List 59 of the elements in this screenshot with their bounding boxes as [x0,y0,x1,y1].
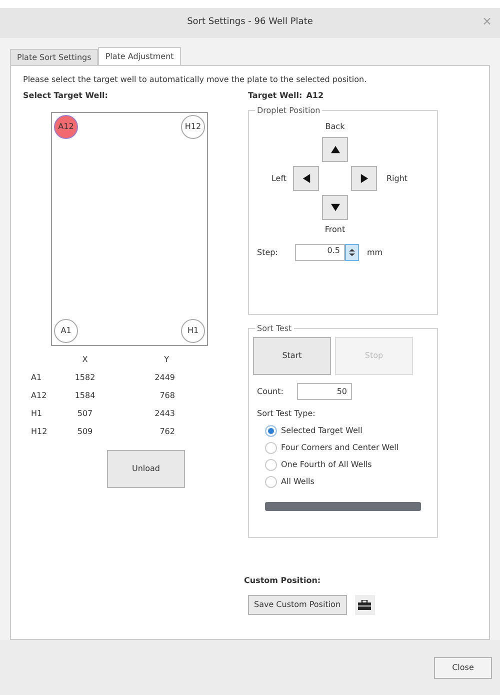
direction-label: Front [324,224,346,236]
well-button[interactable]: H12 [181,115,205,139]
field-label: Sort Test Type: [257,408,316,420]
up-arrow-button[interactable] [322,137,348,162]
triangle-icon [302,174,310,183]
test-button[interactable]: Start [253,337,331,375]
row-label: A1 [31,372,43,384]
row-label: H1 [31,408,44,420]
field-label: Count: [257,386,284,398]
tab[interactable]: Plate Adjustment [98,47,181,65]
step-field[interactable]: 0.5 [295,244,345,261]
group-title: Droplet Position [255,105,322,117]
row-label: H12 [31,426,48,438]
radio-button[interactable] [265,459,277,471]
target-well-value: A12 [306,90,324,102]
option-label: All Wells [281,476,314,488]
direction-label: Left [271,172,287,184]
well-button[interactable]: A12 [54,115,78,139]
table-cell: 1584 [74,390,96,402]
direction-label: Back [325,121,345,133]
spin-button[interactable] [345,244,359,261]
target-well-label: Target Well: [248,90,302,102]
right-arrow-button[interactable] [351,166,377,191]
tab[interactable]: Plate Sort Settings [10,49,98,65]
column-header: Y [164,354,169,366]
close-button[interactable]: Close [434,656,492,678]
option-label: One Fourth of All Wells [281,459,372,471]
radio-button[interactable] [265,442,277,454]
option-label: Selected Target Well [281,425,362,437]
triangle-icon [330,145,340,154]
table-cell: 1582 [74,372,96,384]
window-title: Sort Settings - 96 Well Plate [187,16,313,30]
table-cell: 507 [77,408,93,420]
well-button[interactable]: H1 [181,319,205,343]
section-label: Custom Position: [244,575,322,587]
section-label: Select Target Well: [23,90,109,102]
table-cell: 509 [77,426,93,438]
table-cell: 2443 [154,408,175,420]
left-arrow-button[interactable] [293,166,319,191]
down-arrow-button[interactable] [322,195,348,220]
radio-button[interactable] [265,425,277,437]
instruction-text: Please select the target well to automatically move the plate to the selected position. [23,74,368,86]
row-label: A12 [31,390,48,402]
field-label: Step: [257,246,279,258]
table-cell: 762 [160,426,175,438]
save-custom-position-button[interactable]: Save Custom Position [248,595,347,615]
option-label: Four Corners and Center Well [281,442,399,454]
unit-label: mm [367,246,383,258]
triangle-icon [360,174,368,183]
toolbox-icon[interactable] [354,595,375,615]
well-button[interactable]: A1 [54,319,78,343]
table-cell: 768 [160,390,175,402]
radio-button[interactable] [265,476,277,488]
table-cell: 2449 [154,372,175,384]
column-header: X [82,354,88,366]
count-field[interactable]: 50 [297,383,352,400]
unload-button[interactable]: Unload [107,450,185,488]
triangle-icon [330,203,340,212]
direction-label: Right [386,172,408,184]
